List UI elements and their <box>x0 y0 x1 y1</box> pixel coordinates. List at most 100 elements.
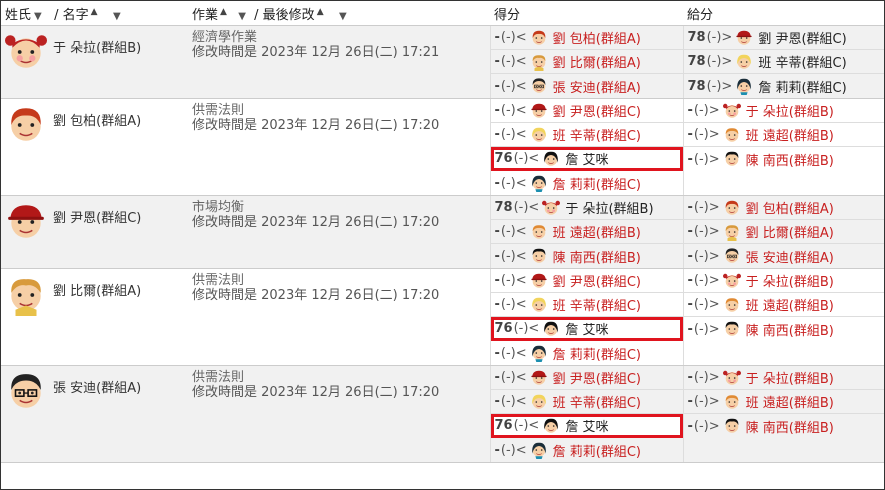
peer-name-link[interactable]: 班 遠超(群組B) <box>746 392 834 411</box>
received-grade-item[interactable]: 76 (-)< 詹 艾咪 <box>490 414 683 438</box>
grade-delta: (-)< <box>500 248 527 264</box>
given-grade-item[interactable]: - (-)> 陳 南西(群組B) <box>684 147 885 171</box>
peer-name-link[interactable]: 詹 艾咪 <box>565 416 608 435</box>
peer-name-link[interactable]: 劉 尹恩(群組C) <box>553 368 641 387</box>
blond-boy-avatar-icon[interactable] <box>5 274 47 316</box>
given-grade-item[interactable]: 78 (-)> 劉 尹恩(群組C) <box>683 26 884 50</box>
peer-name-link[interactable]: 班 辛蒂(群組C) <box>758 52 846 71</box>
peer-name-link[interactable]: 劉 尹恩(群組C) <box>758 28 846 47</box>
received-grade-item[interactable]: - (-)< 劉 比爾(群組A) <box>490 50 683 74</box>
sort-firstname-link[interactable]: / 名字 <box>54 8 89 23</box>
submission-title-link[interactable]: 經濟學作業 <box>192 30 486 45</box>
grade-delta: (-)> <box>693 418 720 434</box>
peer-name-link[interactable]: 班 辛蒂(群組C) <box>553 125 641 144</box>
peer-name-link[interactable]: 班 遠超(群組B) <box>553 222 641 241</box>
received-grade-item[interactable]: 76 (-)< 詹 艾咪 <box>490 147 683 171</box>
student-name-link[interactable]: 張 安迪(群組A) <box>53 377 141 396</box>
red-cap-boy-avatar-icon[interactable] <box>5 201 47 243</box>
peer-name-link[interactable]: 詹 莉莉(群組C) <box>553 344 641 363</box>
given-grade-item[interactable]: - (-)> 陳 南西(群組B) <box>684 317 885 341</box>
sort-asc-icon[interactable]: ▲ <box>91 7 98 17</box>
received-grade-item[interactable]: - (-)< 陳 南西(群組B) <box>491 244 683 268</box>
peer-name-link[interactable]: 劉 包柏(群組A) <box>746 198 834 217</box>
peer-name-link[interactable]: 劉 包柏(群組A) <box>553 28 641 47</box>
received-grade-item[interactable]: - (-)< 劉 包柏(群組A) <box>490 26 683 50</box>
student-name-link[interactable]: 劉 尹恩(群組C) <box>53 207 141 226</box>
peer-name-link[interactable]: 劉 尹恩(群組C) <box>553 271 641 290</box>
submission-title-link[interactable]: 供需法則 <box>192 103 486 118</box>
peer-name-link[interactable]: 張 安迪(群組A) <box>553 77 641 96</box>
sort-desc-icon[interactable]: ▼ <box>113 11 121 22</box>
sort-surname-link[interactable]: 姓氏 <box>5 8 31 23</box>
student-name-link[interactable]: 劉 比爾(群組A) <box>53 280 141 299</box>
given-grade-item[interactable]: - (-)> 劉 包柏(群組A) <box>683 196 884 220</box>
received-grade-item[interactable]: - (-)< 班 辛蒂(群組C) <box>490 123 683 147</box>
student-name-link[interactable]: 于 朵拉(群組B) <box>53 37 141 56</box>
given-grade-item[interactable]: - (-)> 劉 比爾(群組A) <box>683 220 884 244</box>
grade-score: - <box>494 78 500 94</box>
received-grade-item[interactable]: - (-)< 劉 尹恩(群組C) <box>490 366 683 390</box>
peer-name-link[interactable]: 于 朵拉(群組B) <box>746 368 834 387</box>
peer-name-link[interactable]: 陳 南西(群組B) <box>553 247 641 266</box>
received-grade-item[interactable]: - (-)< 班 辛蒂(群組C) <box>490 293 683 317</box>
peer-name-link[interactable]: 劉 比爾(群組A) <box>553 52 641 71</box>
sort-desc-icon[interactable]: ▼ <box>34 11 42 22</box>
submission-title-link[interactable]: 供需法則 <box>192 273 486 288</box>
received-grade-item[interactable]: - (-)< 班 遠超(群組B) <box>490 220 683 244</box>
peer-name-link[interactable]: 詹 莉莉(群組C) <box>553 441 641 460</box>
peer-name-link[interactable]: 于 朵拉(群組B) <box>565 198 653 217</box>
received-grade-item[interactable]: 76 (-)< 詹 艾咪 <box>490 317 683 341</box>
peer-name-link[interactable]: 班 遠超(群組B) <box>746 125 834 144</box>
peer-name-link[interactable]: 劉 比爾(群組A) <box>746 222 834 241</box>
peer-name-link[interactable]: 劉 尹恩(群組C) <box>553 101 641 120</box>
glasses-boy-avatar-icon[interactable] <box>5 371 47 413</box>
glasses-boy-avatar-icon <box>723 247 741 265</box>
received-grade-item[interactable]: 78 (-)< 于 朵拉(群組B) <box>490 196 683 220</box>
peer-name-link[interactable]: 班 辛蒂(群組C) <box>553 392 641 411</box>
peer-name-link[interactable]: 陳 南西(群組B) <box>746 320 834 339</box>
peer-name-link[interactable]: 于 朵拉(群組B) <box>746 101 834 120</box>
given-grade-item[interactable]: - (-)> 于 朵拉(群組B) <box>683 269 884 293</box>
given-grade-item[interactable]: - (-)> 于 朵拉(群組B) <box>683 99 884 123</box>
sort-desc-icon[interactable]: ▼ <box>238 11 246 22</box>
received-grade-item[interactable]: - (-)< 劉 尹恩(群組C) <box>490 99 683 123</box>
peer-name-link[interactable]: 班 遠超(群組B) <box>746 295 834 314</box>
peer-name-link[interactable]: 陳 南西(群組B) <box>746 150 834 169</box>
received-grade-item[interactable]: - (-)< 詹 莉莉(群組C) <box>491 171 683 195</box>
grade-delta: (-)< <box>500 394 527 409</box>
peer-name-link[interactable]: 班 辛蒂(群組C) <box>553 295 641 314</box>
sort-modified-link[interactable]: / 最後修改 <box>254 8 315 23</box>
received-grade-item[interactable]: - (-)< 班 辛蒂(群組C) <box>490 390 683 414</box>
sort-desc-icon[interactable]: ▼ <box>339 11 347 22</box>
sort-asc-icon[interactable]: ▲ <box>317 7 324 17</box>
peer-name-link[interactable]: 詹 艾咪 <box>565 149 608 168</box>
submission-title-link[interactable]: 市場均衡 <box>192 200 486 215</box>
given-grade-item[interactable]: - (-)> 班 遠超(群組B) <box>683 390 884 414</box>
peer-name-link[interactable]: 詹 莉莉(群組C) <box>758 77 846 96</box>
grade-delta: (-)< <box>500 54 527 69</box>
received-grade-item[interactable]: - (-)< 詹 莉莉(群組C) <box>491 341 683 365</box>
student-row: 劉 包柏(群組A) 供需法則 修改時間是 2023年 12月 26日(二) 17:2… <box>1 98 885 196</box>
peer-name-link[interactable]: 陳 南西(群組B) <box>746 417 834 436</box>
student-name-link[interactable]: 劉 包柏(群組A) <box>53 110 141 129</box>
peer-name-link[interactable]: 詹 莉莉(群組C) <box>553 174 641 193</box>
sort-assignment-link[interactable]: 作業 <box>192 8 218 23</box>
pigtail-girl-avatar-icon[interactable] <box>5 31 47 73</box>
given-grade-item[interactable]: - (-)> 陳 南西(群組B) <box>684 414 885 438</box>
submission-title-link[interactable]: 供需法則 <box>192 370 486 385</box>
peer-name-link[interactable]: 于 朵拉(群組B) <box>746 271 834 290</box>
given-grade-item[interactable]: - (-)> 班 遠超(群組B) <box>683 293 884 317</box>
given-grade-item[interactable]: 78 (-)> 班 辛蒂(群組C) <box>683 50 884 74</box>
given-grade-item[interactable]: - (-)> 張 安迪(群組A) <box>684 244 885 268</box>
peer-name-link[interactable]: 張 安迪(群組A) <box>746 247 834 266</box>
peer-name-link[interactable]: 詹 艾咪 <box>565 319 608 338</box>
received-grade-item[interactable]: - (-)< 詹 莉莉(群組C) <box>491 438 683 462</box>
received-grade-item[interactable]: - (-)< 劉 尹恩(群組C) <box>490 269 683 293</box>
received-grade-item[interactable]: - (-)< 張 安迪(群組A) <box>491 74 683 98</box>
red-boy-avatar-icon[interactable] <box>5 104 47 146</box>
red-boy-avatar-icon <box>723 199 741 217</box>
given-grade-item[interactable]: - (-)> 于 朵拉(群組B) <box>683 366 884 390</box>
sort-asc-icon[interactable]: ▲ <box>220 7 227 17</box>
given-grade-item[interactable]: - (-)> 班 遠超(群組B) <box>683 123 884 147</box>
given-grade-item[interactable]: 78 (-)> 詹 莉莉(群組C) <box>684 74 885 98</box>
